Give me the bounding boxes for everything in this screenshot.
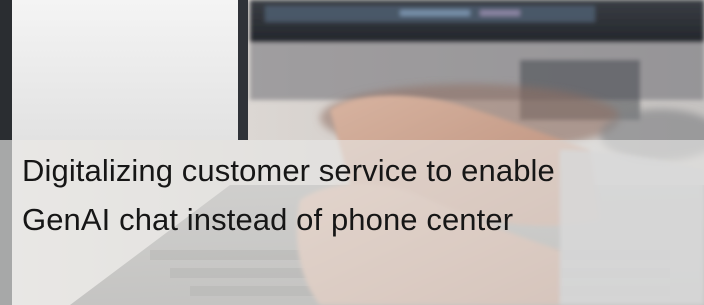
caption-line-1: Digitalizing customer service to enable [22,153,555,188]
banner-caption: Digitalizing customer service to enable … [22,146,692,244]
banner: Digitalizing customer service to enable … [0,0,704,305]
caption-line-2: GenAI chat instead of phone center [22,202,514,237]
